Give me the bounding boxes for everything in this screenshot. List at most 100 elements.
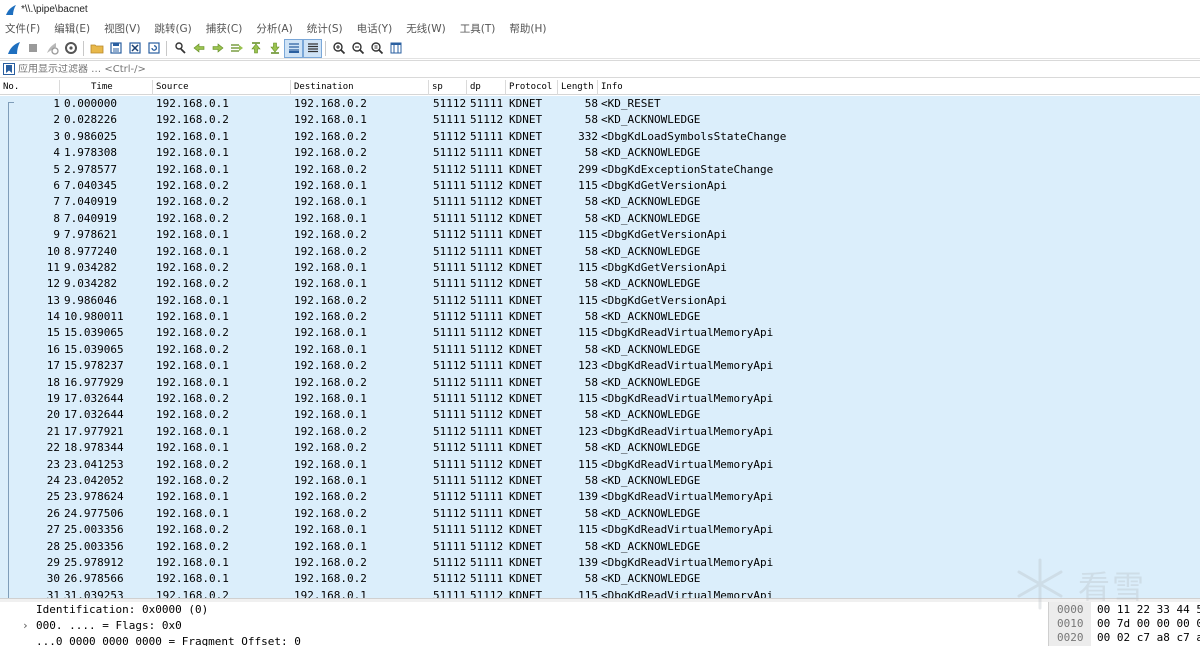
packet-row[interactable]: 24 23.042052 192.168.0.2 192.168.0.1 51111 51… (0, 472, 1200, 490)
packet-row[interactable]: 26 24.977506 192.168.0.1 192.168.0.2 51112 51… (0, 505, 1200, 523)
packet-row[interactable]: 9 7.978621 192.168.0.1 192.168.0.2 51112 5111… (0, 227, 1200, 244)
menu-file[interactable]: 文件(F) (0, 21, 47, 36)
reload-file-icon[interactable] (144, 39, 163, 58)
packet-protocol: KDNET (509, 539, 543, 553)
packet-row[interactable]: 12 9.034282 192.168.0.2 192.168.0.1 51111 511… (0, 276, 1200, 293)
colorize-icon[interactable] (303, 38, 322, 58)
go-forward-icon[interactable] (208, 39, 227, 58)
menu-capture[interactable]: 捕获(C) (199, 21, 250, 36)
find-packet-icon[interactable] (170, 39, 189, 58)
packet-src-port: 51112 (433, 506, 467, 520)
packet-row[interactable]: 1 0.000000 192.168.0.1 192.168.0.2 51112 5111… (0, 96, 1200, 113)
autoscroll-icon[interactable] (284, 38, 303, 58)
filter-bookmark-icon[interactable] (3, 63, 15, 75)
packet-row[interactable]: 6 7.040345 192.168.0.2 192.168.0.1 51111 5111… (0, 177, 1200, 195)
packet-row[interactable]: 14 10.980011 192.168.0.1 192.168.0.2 51112 51… (0, 309, 1200, 326)
detail-flags[interactable]: 000. .... = Flags: 0x0 (36, 618, 182, 634)
stop-square-icon[interactable] (23, 39, 42, 58)
save-file-icon[interactable] (106, 39, 125, 58)
packet-row[interactable]: 16 15.039065 192.168.0.2 192.168.0.1 51111 51… (0, 341, 1200, 359)
packet-row[interactable]: 3 0.986025 192.168.0.1 192.168.0.2 51112 5111… (0, 128, 1200, 146)
menu-statistics[interactable]: 统计(S) (300, 21, 350, 36)
packet-row[interactable]: 7 7.040919 192.168.0.2 192.168.0.1 51111 5111… (0, 194, 1200, 211)
packet-src-port: 51112 (433, 555, 467, 569)
column-header-sp[interactable]: sp (429, 80, 467, 95)
packet-row[interactable]: 20 17.032644 192.168.0.2 192.168.0.1 51111 51… (0, 407, 1200, 424)
packet-row[interactable]: 27 25.003356 192.168.0.2 192.168.0.1 51111 51… (0, 522, 1200, 539)
menu-help[interactable]: 帮助(H) (502, 21, 553, 36)
packet-row[interactable]: 10 8.977240 192.168.0.1 192.168.0.2 51112 511… (0, 243, 1200, 260)
go-back-icon[interactable] (189, 39, 208, 58)
packet-time: 17.032644 (64, 392, 124, 406)
packet-protocol: KDNET (509, 129, 543, 143)
packet-time: 31.039253 (64, 588, 124, 598)
column-header-length[interactable]: Length (558, 80, 598, 95)
capture-options-gear-icon[interactable] (61, 39, 80, 58)
packet-row[interactable]: 17 15.978237 192.168.0.1 192.168.0.2 51112 51… (0, 358, 1200, 375)
detail-identification[interactable]: Identification: 0x0000 (0) (36, 602, 208, 618)
column-header-source[interactable]: Source (153, 80, 291, 95)
packet-row[interactable]: 21 17.977921 192.168.0.1 192.168.0.2 51112 51… (0, 423, 1200, 441)
expand-arrow-icon[interactable]: › (22, 618, 29, 634)
packet-row[interactable]: 15 15.039065 192.168.0.2 192.168.0.1 51111 51… (0, 325, 1200, 342)
packet-row[interactable]: 30 26.978566 192.168.0.1 192.168.0.2 51112 51… (0, 571, 1200, 588)
packet-src-port: 51111 (433, 326, 467, 340)
restart-capture-icon[interactable] (42, 39, 61, 58)
resize-columns-icon[interactable] (386, 39, 405, 58)
packet-no: 21 (46, 424, 60, 438)
column-header-destination[interactable]: Destination (291, 80, 429, 95)
packet-time: 23.978624 (64, 490, 124, 504)
column-header-info[interactable]: Info (598, 80, 1200, 95)
packet-row[interactable]: 8 7.040919 192.168.0.2 192.168.0.1 51111 5111… (0, 210, 1200, 228)
shark-fin-start-icon[interactable] (4, 39, 23, 58)
packet-length: 58 (584, 408, 598, 422)
packet-length: 58 (584, 506, 598, 520)
menu-analyze[interactable]: 分析(A) (249, 21, 299, 36)
menu-edit[interactable]: 编辑(E) (47, 21, 97, 36)
detail-fragment-offset[interactable]: ...0 0000 0000 0000 = Fragment Offset: 0 (36, 634, 301, 646)
packet-row[interactable]: 23 23.041253 192.168.0.2 192.168.0.1 51111 51… (0, 456, 1200, 473)
packet-row[interactable]: 31 31.039253 192.168.0.2 192.168.0.1 51111 51… (0, 587, 1200, 598)
packet-row[interactable]: 11 9.034282 192.168.0.2 192.168.0.1 51111 511… (0, 259, 1200, 277)
packet-row[interactable]: 29 25.978912 192.168.0.1 192.168.0.2 51112 51… (0, 554, 1200, 572)
open-folder-icon[interactable] (87, 39, 106, 58)
zoom-out-icon[interactable] (348, 39, 367, 58)
packet-source: 192.168.0.1 (156, 244, 229, 258)
packet-row[interactable]: 5 2.978577 192.168.0.1 192.168.0.2 51112 5111… (0, 161, 1200, 178)
close-file-icon[interactable] (125, 39, 144, 58)
packet-row[interactable]: 13 9.986046 192.168.0.1 192.168.0.2 51112 511… (0, 292, 1200, 310)
menu-tools[interactable]: 工具(T) (453, 21, 503, 36)
column-header-dp[interactable]: dp (467, 80, 506, 95)
packet-row[interactable]: 4 1.978308 192.168.0.1 192.168.0.2 51112 5111… (0, 145, 1200, 162)
packet-destination: 192.168.0.2 (294, 97, 367, 110)
menu-view[interactable]: 视图(V) (97, 21, 147, 36)
zoom-in-icon[interactable] (329, 39, 348, 58)
packet-time: 7.040345 (64, 178, 117, 192)
packet-time: 23.042052 (64, 473, 124, 487)
zoom-normal-icon[interactable] (367, 39, 386, 58)
packet-destination: 192.168.0.2 (294, 310, 367, 324)
menu-wireless[interactable]: 无线(W) (399, 21, 453, 36)
go-to-packet-icon[interactable] (227, 39, 246, 58)
column-header-no[interactable]: No. (0, 80, 60, 95)
packet-destination: 192.168.0.2 (294, 572, 367, 586)
go-first-icon[interactable] (246, 39, 265, 58)
column-header-protocol[interactable]: Protocol (506, 80, 558, 95)
packet-row[interactable]: 22 18.978344 192.168.0.1 192.168.0.2 51112 51… (0, 440, 1200, 457)
menu-telephony[interactable]: 电话(Y) (350, 21, 400, 36)
column-header-time[interactable]: Time (60, 80, 153, 95)
packet-time: 9.034282 (64, 260, 117, 274)
go-last-icon[interactable] (265, 39, 284, 58)
packet-row[interactable]: 19 17.032644 192.168.0.2 192.168.0.1 51111 51… (0, 391, 1200, 408)
display-filter-input[interactable] (18, 63, 1178, 75)
packet-time: 15.039065 (64, 326, 124, 340)
packet-row[interactable]: 28 25.003356 192.168.0.2 192.168.0.1 51111 51… (0, 538, 1200, 555)
packet-row[interactable]: 18 16.977929 192.168.0.1 192.168.0.2 51112 51… (0, 374, 1200, 392)
packet-info: <KD_ACKNOWLEDGE (601, 506, 701, 520)
packet-row[interactable]: 25 23.978624 192.168.0.1 192.168.0.2 51112 51… (0, 489, 1200, 506)
packet-row[interactable]: 2 0.028226 192.168.0.2 192.168.0.1 51111 5111… (0, 112, 1200, 129)
packet-protocol: KDNET (509, 178, 543, 192)
menu-go[interactable]: 跳转(G) (147, 21, 198, 36)
packet-time: 17.977921 (64, 424, 124, 438)
packet-length: 115 (578, 260, 598, 274)
